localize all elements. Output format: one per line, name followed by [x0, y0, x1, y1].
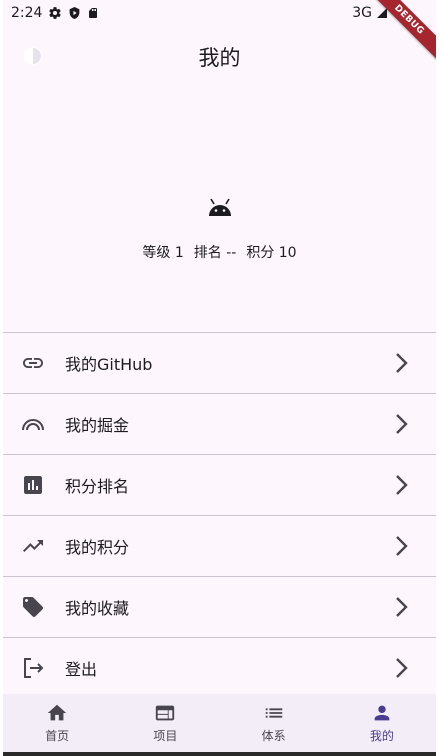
shield-icon — [68, 6, 81, 20]
web-icon — [154, 702, 176, 724]
nav-tab-label: 项目 — [153, 729, 178, 743]
bottom-navigation: 首页 项目 体系 我的 — [3, 694, 436, 752]
screen: 2:24 3G DEBUG 我的 等级 1 排名 -- 积分 10 我的GitH… — [0, 0, 439, 756]
user-stats: 等级 1 排名 -- 积分 10 — [142, 242, 296, 262]
chevron-right-icon — [392, 534, 412, 558]
status-bar: 2:24 3G — [3, 0, 436, 26]
android-icon — [207, 198, 233, 218]
chevron-right-icon — [392, 412, 412, 436]
nav-tab-label: 我的 — [369, 729, 394, 743]
menu-item-juejin[interactable]: 我的掘金 — [3, 394, 436, 455]
menu-item-label: 登出 — [65, 660, 98, 679]
person-icon — [371, 702, 393, 724]
sd-card-icon — [87, 6, 99, 20]
menu-item-github[interactable]: 我的GitHub — [3, 333, 436, 394]
menu-item-ranking[interactable]: 积分排名 — [3, 455, 436, 516]
nav-tab-home[interactable]: 首页 — [3, 694, 111, 752]
chevron-right-icon — [392, 351, 412, 375]
menu-item-favorites[interactable]: 我的收藏 — [3, 577, 436, 638]
network-type: 3G — [352, 5, 372, 21]
menu-item-logout[interactable]: 登出 — [3, 638, 436, 699]
nav-tab-projects[interactable]: 项目 — [111, 694, 219, 752]
bar-chart-icon — [21, 473, 45, 497]
level-text: 等级 1 — [142, 245, 184, 261]
rainbow-icon — [21, 412, 45, 436]
tag-icon — [21, 595, 45, 619]
system-navigation-bar — [3, 752, 436, 756]
theme-toggle-icon[interactable] — [21, 44, 45, 68]
link-icon — [21, 351, 45, 375]
trending-up-icon — [21, 534, 45, 558]
menu-item-label: 我的GitHub — [65, 355, 153, 374]
list-icon — [263, 702, 285, 724]
menu-item-label: 我的掘金 — [65, 416, 130, 435]
menu-item-label: 我的积分 — [65, 538, 130, 557]
nav-tab-label: 首页 — [45, 729, 70, 743]
home-icon — [46, 702, 68, 724]
profile-header: 等级 1 排名 -- 积分 10 — [3, 88, 436, 332]
rank-text: 排名 -- — [193, 245, 237, 261]
menu-list: 我的GitHub 我的掘金 积分排名 我的积分 我的收藏 登出 — [3, 332, 436, 699]
nav-tab-mine[interactable]: 我的 — [328, 694, 436, 752]
status-time: 2:24 — [11, 5, 43, 21]
points-text: 积分 10 — [246, 245, 297, 261]
nav-tab-system[interactable]: 体系 — [220, 694, 328, 752]
app-bar: 我的 — [3, 26, 436, 88]
menu-item-points[interactable]: 我的积分 — [3, 516, 436, 577]
logout-icon — [21, 656, 45, 680]
chevron-right-icon — [392, 473, 412, 497]
menu-item-label: 我的收藏 — [65, 599, 130, 618]
nav-tab-label: 体系 — [261, 729, 286, 743]
settings-icon — [48, 6, 62, 20]
menu-item-label: 积分排名 — [65, 477, 130, 496]
chevron-right-icon — [392, 595, 412, 619]
page-title: 我的 — [198, 46, 241, 70]
chevron-right-icon — [392, 656, 412, 680]
